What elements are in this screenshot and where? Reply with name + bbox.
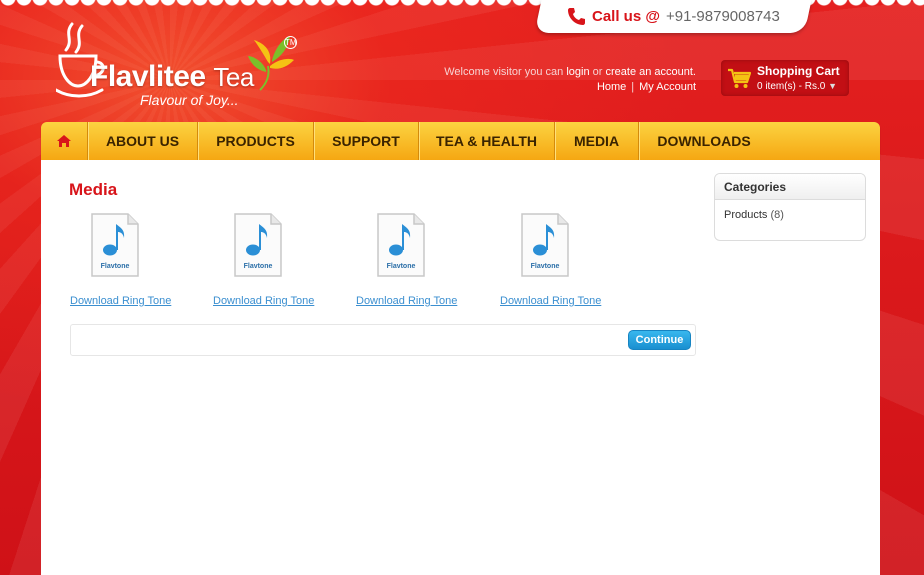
logo-name-text: Flavlitee bbox=[90, 60, 206, 93]
phone-icon bbox=[568, 8, 585, 25]
call-us-number: +91-9879008743 bbox=[665, 7, 780, 25]
music-file-icon[interactable]: Flavtone bbox=[520, 212, 570, 278]
my-account-link[interactable]: My Account bbox=[639, 81, 696, 93]
nav-downloads[interactable]: DOWNLOADS bbox=[639, 122, 769, 160]
welcome-text: Welcome visitor you can bbox=[444, 66, 564, 78]
music-file-icon[interactable]: Flavtone bbox=[376, 212, 426, 278]
shopping-cart-widget[interactable]: Shopping Cart 0 item(s) - Rs.0 ▼ bbox=[721, 60, 849, 96]
logo-wordmark: Flavlitee Tea bbox=[90, 60, 254, 94]
download-ringtone-link[interactable]: Download Ring Tone bbox=[500, 295, 601, 307]
media-icon-label: Flavtone bbox=[101, 263, 130, 270]
home-icon bbox=[57, 135, 71, 147]
category-label[interactable]: Products bbox=[724, 209, 767, 221]
category-item-products[interactable]: Products (8) bbox=[715, 200, 865, 221]
nav-tea-health[interactable]: TEA & HEALTH bbox=[419, 122, 555, 160]
download-ringtone-link[interactable]: Download Ring Tone bbox=[356, 295, 457, 307]
logo-tagline: Flavour of Joy... bbox=[140, 92, 239, 108]
home-link[interactable]: Home bbox=[597, 81, 626, 93]
continue-button[interactable]: Continue bbox=[628, 330, 691, 350]
login-link[interactable]: login bbox=[566, 66, 589, 78]
cart-title: Shopping Cart bbox=[757, 64, 840, 78]
brand-logo[interactable]: Flavlitee Tea Flavour of Joy... TM bbox=[56, 20, 306, 116]
categories-box: Categories Products (8) bbox=[714, 173, 866, 241]
nav-about-us[interactable]: ABOUT US bbox=[88, 122, 198, 160]
call-us-banner: Call us @ +91-9879008743 bbox=[566, 5, 780, 27]
media-icon-label: Flavtone bbox=[531, 263, 560, 270]
welcome-panel: Welcome visitor you can login or create … bbox=[444, 65, 696, 94]
download-ringtone-link[interactable]: Download Ring Tone bbox=[70, 295, 171, 307]
cart-summary-text: 0 item(s) - Rs.0 bbox=[757, 81, 826, 92]
page-title: Media bbox=[69, 180, 118, 199]
call-us-label: Call us @ bbox=[592, 7, 660, 25]
download-ringtone-link[interactable]: Download Ring Tone bbox=[213, 295, 314, 307]
cart-summary: 0 item(s) - Rs.0 ▼ bbox=[757, 81, 837, 92]
main-navigation: ABOUT US PRODUCTS SUPPORT TEA & HEALTH M… bbox=[41, 122, 880, 160]
create-account-link[interactable]: create an account. bbox=[605, 66, 696, 78]
cart-icon bbox=[728, 68, 751, 88]
nav-products[interactable]: PRODUCTS bbox=[198, 122, 314, 160]
categories-heading: Categories bbox=[715, 174, 865, 200]
chevron-down-icon[interactable]: ▼ bbox=[828, 81, 837, 91]
main-content: Media Flavtone Download Ring Tone Flavto… bbox=[41, 160, 880, 575]
music-file-icon[interactable]: Flavtone bbox=[90, 212, 140, 278]
continue-bar: Continue bbox=[70, 324, 696, 356]
nav-support[interactable]: SUPPORT bbox=[314, 122, 419, 160]
trademark-badge: TM bbox=[284, 36, 297, 49]
logo-tea-text: Tea bbox=[213, 62, 254, 92]
music-file-icon[interactable]: Flavtone bbox=[233, 212, 283, 278]
nav-home[interactable] bbox=[41, 122, 88, 160]
media-icon-label: Flavtone bbox=[387, 263, 416, 270]
link-separator: | bbox=[631, 81, 635, 93]
media-icon-label: Flavtone bbox=[244, 263, 273, 270]
nav-media[interactable]: MEDIA bbox=[555, 122, 639, 160]
category-count: (8) bbox=[770, 209, 784, 221]
or-text: or bbox=[592, 66, 603, 78]
